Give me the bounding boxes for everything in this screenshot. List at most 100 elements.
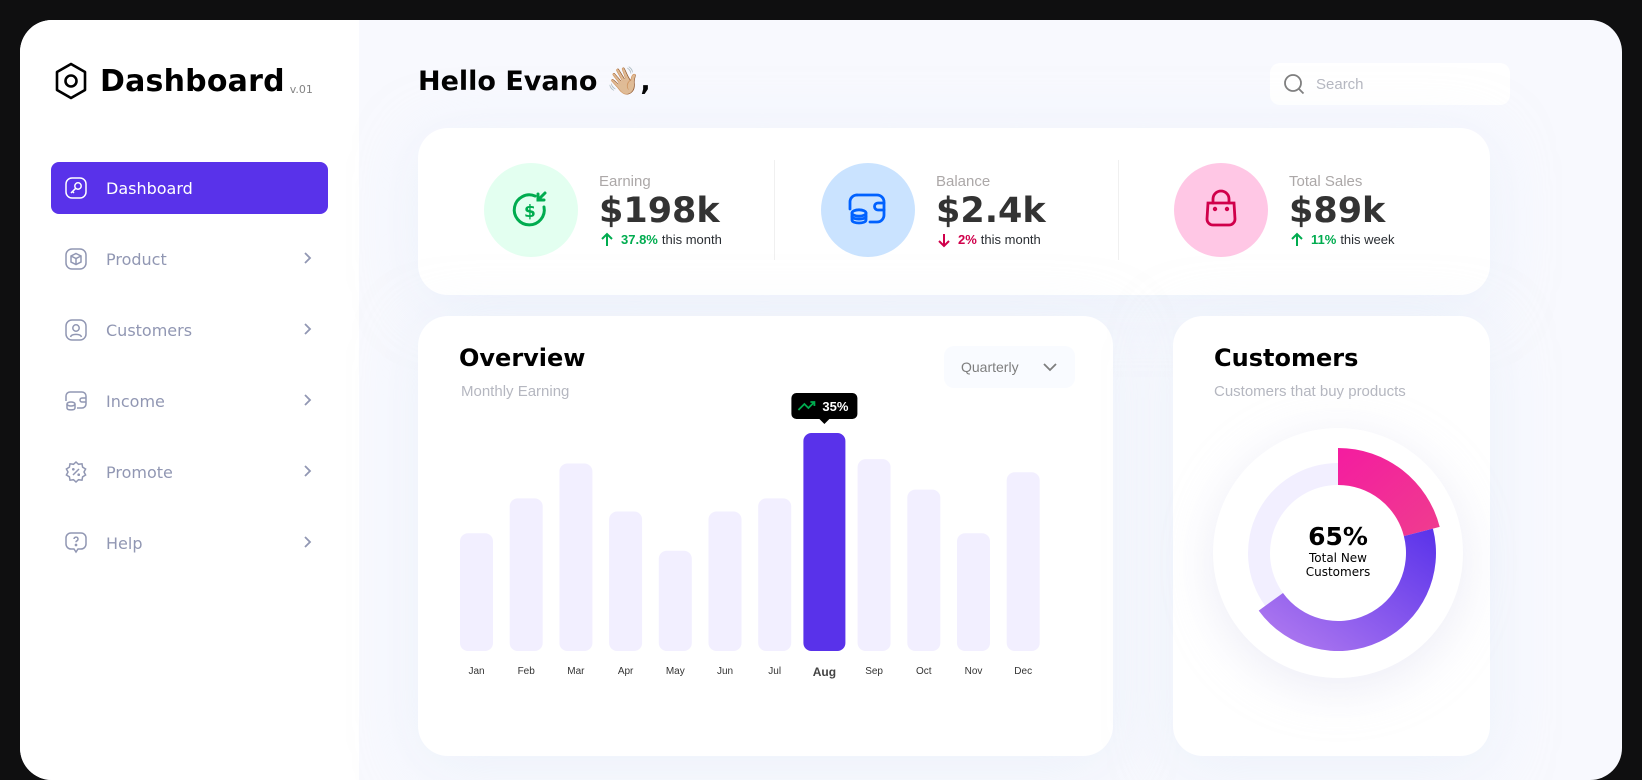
chart-x-tick-label: Aug: [813, 665, 836, 679]
chart-tooltip-label: 35%: [822, 399, 848, 414]
chart-bar-nov[interactable]: [957, 533, 990, 651]
sidebar-item-label: Dashboard: [106, 178, 193, 198]
arrow-up-icon: [601, 232, 613, 246]
sidebar-item-customers[interactable]: Customers: [51, 304, 328, 356]
wallet-money-icon: [63, 388, 89, 414]
app-logo[interactable]: Dashboard v.01: [54, 62, 313, 100]
chart-x-tick-label: Jan: [468, 666, 484, 677]
cube-icon: [63, 246, 89, 272]
chart-bar-mar[interactable]: [559, 463, 593, 651]
chevron-right-icon: [304, 323, 312, 335]
stat-value: $198k: [599, 190, 720, 231]
chart-x-tick-label: Sep: [865, 666, 883, 677]
search-icon: [1284, 74, 1305, 95]
search-input[interactable]: [1316, 75, 1496, 93]
discount-shape-icon: [63, 459, 89, 485]
donut-percent: 65%: [1308, 522, 1368, 551]
stats-card: $ Earning $198k 37.8% this month Balance…: [418, 128, 1490, 295]
chevron-right-icon: [304, 465, 312, 477]
overview-bar-chart: Jan Feb Mar Apr May Jun Jul Aug 35% Sep Oct Nov Dec: [460, 393, 1040, 679]
user-square-icon: [63, 317, 89, 343]
sidebar-item-promote[interactable]: Promote: [51, 446, 328, 498]
arrow-up-icon: [1291, 232, 1303, 246]
svg-text:$: $: [524, 202, 536, 222]
divider: [774, 160, 775, 260]
stat-trend: 37.8% this month: [599, 232, 722, 248]
chart-bar-may[interactable]: [658, 550, 692, 651]
chart-bar-dec[interactable]: [1006, 472, 1040, 651]
stat-trend-percent: 2%: [958, 232, 977, 247]
chart-tooltip-pointer: [819, 419, 830, 424]
chart-bar-sep[interactable]: [857, 459, 891, 651]
customers-subtitle: Customers that buy products: [1214, 383, 1406, 400]
stat-value: $2.4k: [936, 190, 1046, 231]
stat-icon-circle: [1174, 163, 1268, 257]
sidebar-item-label: Promote: [106, 462, 173, 482]
chart-x-tick-label: Jul: [768, 666, 781, 677]
sidebar-item-label: Income: [106, 391, 165, 411]
chart-bar-aug[interactable]: [803, 433, 846, 651]
chart-bar-jul[interactable]: [758, 498, 792, 651]
chart-x-tick-label: Apr: [618, 666, 634, 677]
hexagon-logo-icon: [55, 62, 87, 100]
sidebar-nav: Dashboard Product Customers Income Promo…: [51, 162, 328, 588]
chart-tooltip: 35%: [791, 393, 858, 424]
stat-trend: 2% this month: [936, 232, 1046, 248]
sidebar-item-product[interactable]: Product: [51, 233, 328, 285]
chevron-right-icon: [304, 536, 312, 548]
chart-bar-jun[interactable]: [708, 511, 742, 651]
stat-balance: Balance $2.4k 2% this month: [821, 163, 1046, 257]
stat-text: Balance $2.4k 2% this month: [936, 173, 1046, 248]
stat-trend-period: this month: [661, 232, 722, 247]
stat-trend-period: this month: [980, 232, 1041, 247]
arrow-down-icon: [938, 233, 950, 247]
donut-caption-line1: Total New: [1308, 551, 1367, 565]
chart-bar-feb[interactable]: [509, 498, 543, 651]
greeting-heading: Hello Evano 👋🏼,: [418, 66, 651, 97]
sidebar-item-help[interactable]: Help: [51, 517, 328, 569]
shopping-bag-icon: [1205, 189, 1237, 227]
chart-x-tick-label: Nov: [965, 666, 983, 677]
message-question-icon: [63, 530, 89, 556]
stat-icon-circle: [821, 163, 915, 257]
chart-bar-apr[interactable]: [609, 511, 643, 651]
customers-card: Customers Customers that buy products 65…: [1173, 316, 1490, 756]
chart-bar-jan[interactable]: [460, 533, 493, 651]
sidebar-item-dashboard[interactable]: Dashboard: [51, 162, 328, 214]
divider: [1118, 160, 1119, 260]
search-box[interactable]: [1270, 63, 1510, 105]
stat-value: $89k: [1289, 190, 1386, 231]
sidebar-item-label: Help: [106, 533, 143, 553]
sidebar-item-income[interactable]: Income: [51, 375, 328, 427]
stat-label: Balance: [936, 172, 991, 190]
chart-x-tick-label: Mar: [567, 666, 585, 677]
dollar-circle-icon: $: [512, 191, 547, 227]
chart-bar-oct[interactable]: [907, 489, 941, 651]
chevron-right-icon: [304, 394, 312, 406]
stat-trend: 11% this week: [1289, 232, 1395, 248]
stat-icon-circle: $: [484, 163, 578, 257]
stat-text: Earning $198k 37.8% this month: [599, 173, 722, 248]
sidebar: Dashboard v.01 Dashboard Product Custome…: [20, 20, 359, 780]
overview-card: Overview Monthly Earning Quarterly Jan Fe…: [418, 316, 1113, 756]
stat-text: Total Sales $89k 11% this week: [1289, 173, 1395, 248]
key-square-icon: [63, 175, 89, 201]
app-window: Dashboard v.01 Dashboard Product Custome…: [20, 20, 1622, 780]
chevron-right-icon: [304, 252, 312, 264]
donut-chart-container: 65% Total New Customers: [1213, 428, 1463, 678]
stat-label: Total Sales: [1289, 172, 1363, 190]
customers-title: Customers: [1214, 344, 1359, 372]
donut-center-label: 65% Total New Customers: [1213, 522, 1463, 580]
chart-x-tick-label: Dec: [1014, 666, 1032, 677]
stat-trend-percent: 37.8%: [621, 232, 658, 247]
stat-earning: $ Earning $198k 37.8% this month: [484, 163, 722, 257]
sidebar-item-label: Customers: [106, 320, 193, 340]
chart-x-tick-label: Oct: [916, 666, 932, 677]
chart-x-tick-label: Feb: [518, 666, 536, 677]
app-title: Dashboard: [100, 64, 285, 99]
wallet-icon: [848, 193, 886, 225]
app-version: v.01: [289, 83, 313, 96]
sidebar-item-label: Product: [106, 249, 167, 269]
chart-x-tick-label: May: [666, 666, 685, 677]
chart-x-tick-label: Jun: [717, 666, 733, 677]
